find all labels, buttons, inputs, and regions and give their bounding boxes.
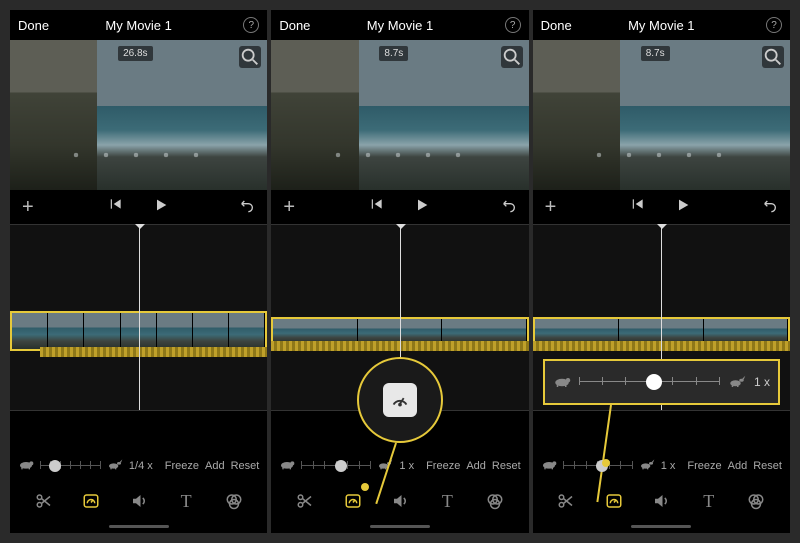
speed-slider-popup: 1 x (543, 359, 780, 405)
popup-speed-value: 1 x (754, 375, 770, 389)
transport-bar: + (271, 190, 528, 224)
toolbar: T (533, 483, 790, 519)
timestamp-badge: 26.8s (118, 46, 152, 61)
toolbar: T (271, 483, 528, 519)
hare-icon (107, 458, 123, 473)
scissors-icon[interactable] (554, 489, 578, 513)
freeze-button[interactable]: Freeze (165, 460, 199, 472)
timeline[interactable] (271, 224, 528, 411)
tortoise-icon (279, 458, 295, 473)
play-button[interactable] (153, 197, 169, 218)
speed-controls: 1/4 x Freeze Add Reset (10, 411, 267, 483)
freeze-button[interactable]: Freeze (687, 460, 721, 472)
text-icon[interactable]: T (174, 489, 198, 513)
slider-knob (49, 460, 61, 472)
help-button[interactable]: ? (766, 17, 782, 33)
reset-button[interactable]: Reset (753, 460, 782, 472)
play-button[interactable] (414, 197, 430, 218)
add-speed-button[interactable]: Add (205, 460, 225, 472)
toolbar: T (10, 483, 267, 519)
help-button[interactable]: ? (243, 17, 259, 33)
transport-bar: + (533, 190, 790, 224)
text-icon[interactable]: T (697, 489, 721, 513)
prev-button[interactable] (370, 197, 384, 218)
triptych: Done My Movie 1 ? 26.8s + (0, 0, 800, 543)
hare-icon (728, 374, 746, 391)
prev-button[interactable] (631, 197, 645, 218)
undo-button[interactable] (762, 197, 778, 218)
home-indicator (10, 519, 267, 533)
speed-value: 1 x (661, 460, 676, 472)
add-media-button[interactable]: + (283, 196, 295, 219)
timeline[interactable] (10, 224, 267, 411)
speed-controls: 1 x Freeze Add Reset (533, 411, 790, 483)
tortoise-icon (541, 458, 557, 473)
tortoise-icon (18, 458, 34, 473)
speed-tab-icon[interactable] (602, 489, 626, 513)
scissors-icon[interactable] (32, 489, 56, 513)
zoom-button[interactable] (501, 46, 523, 68)
popup-speed-slider[interactable] (579, 375, 720, 389)
done-button[interactable]: Done (279, 18, 310, 33)
speed-tab-icon[interactable] (341, 489, 365, 513)
speed-slider[interactable] (301, 459, 371, 473)
video-preview[interactable]: 26.8s (10, 40, 267, 190)
add-media-button[interactable]: + (22, 196, 34, 219)
tortoise-icon (553, 374, 571, 391)
volume-icon[interactable] (649, 489, 673, 513)
reset-button[interactable]: Reset (231, 460, 260, 472)
freeze-button[interactable]: Freeze (426, 460, 460, 472)
reset-button[interactable]: Reset (492, 460, 521, 472)
home-indicator (533, 519, 790, 533)
video-preview[interactable]: 8.7s (271, 40, 528, 190)
phone-1: Done My Movie 1 ? 26.8s + (10, 10, 267, 533)
slider-knob (335, 460, 347, 472)
speed-slider[interactable] (40, 459, 101, 473)
timestamp-badge: 8.7s (379, 46, 408, 61)
prev-button[interactable] (109, 197, 123, 218)
filters-icon[interactable] (483, 489, 507, 513)
zoom-button[interactable] (762, 46, 784, 68)
play-button[interactable] (675, 197, 691, 218)
volume-icon[interactable] (388, 489, 412, 513)
speed-tab-icon[interactable] (79, 489, 103, 513)
filters-icon[interactable] (222, 489, 246, 513)
speed-value: 1 x (399, 460, 414, 472)
help-button[interactable]: ? (505, 17, 521, 33)
add-media-button[interactable]: + (545, 196, 557, 219)
timestamp-badge: 8.7s (641, 46, 670, 61)
undo-button[interactable] (501, 197, 517, 218)
phone-2: Done My Movie 1 ? 8.7s + (271, 10, 528, 533)
done-button[interactable]: Done (18, 18, 49, 33)
add-speed-button[interactable]: Add (728, 460, 748, 472)
playhead[interactable] (139, 225, 140, 410)
header: Done My Movie 1 ? (271, 10, 528, 40)
video-preview[interactable]: 8.7s (533, 40, 790, 190)
undo-button[interactable] (239, 197, 255, 218)
speedometer-icon (383, 383, 417, 417)
transport-bar: + (10, 190, 267, 224)
add-speed-button[interactable]: Add (466, 460, 486, 472)
zoom-button[interactable] (239, 46, 261, 68)
speed-ramp-indicator (40, 347, 267, 357)
text-icon[interactable]: T (435, 489, 459, 513)
speed-callout (357, 357, 443, 443)
speed-value: 1/4 x (129, 460, 153, 472)
filters-icon[interactable] (744, 489, 768, 513)
popup-slider-knob[interactable] (646, 374, 662, 390)
scissors-icon[interactable] (293, 489, 317, 513)
speed-slider[interactable] (563, 459, 633, 473)
volume-icon[interactable] (127, 489, 151, 513)
header: Done My Movie 1 ? (10, 10, 267, 40)
home-indicator (271, 519, 528, 533)
timeline[interactable]: 1 x (533, 224, 790, 411)
hare-icon (639, 458, 655, 473)
header: Done My Movie 1 ? (533, 10, 790, 40)
done-button[interactable]: Done (541, 18, 572, 33)
phone-3: Done My Movie 1 ? 8.7s + (533, 10, 790, 533)
